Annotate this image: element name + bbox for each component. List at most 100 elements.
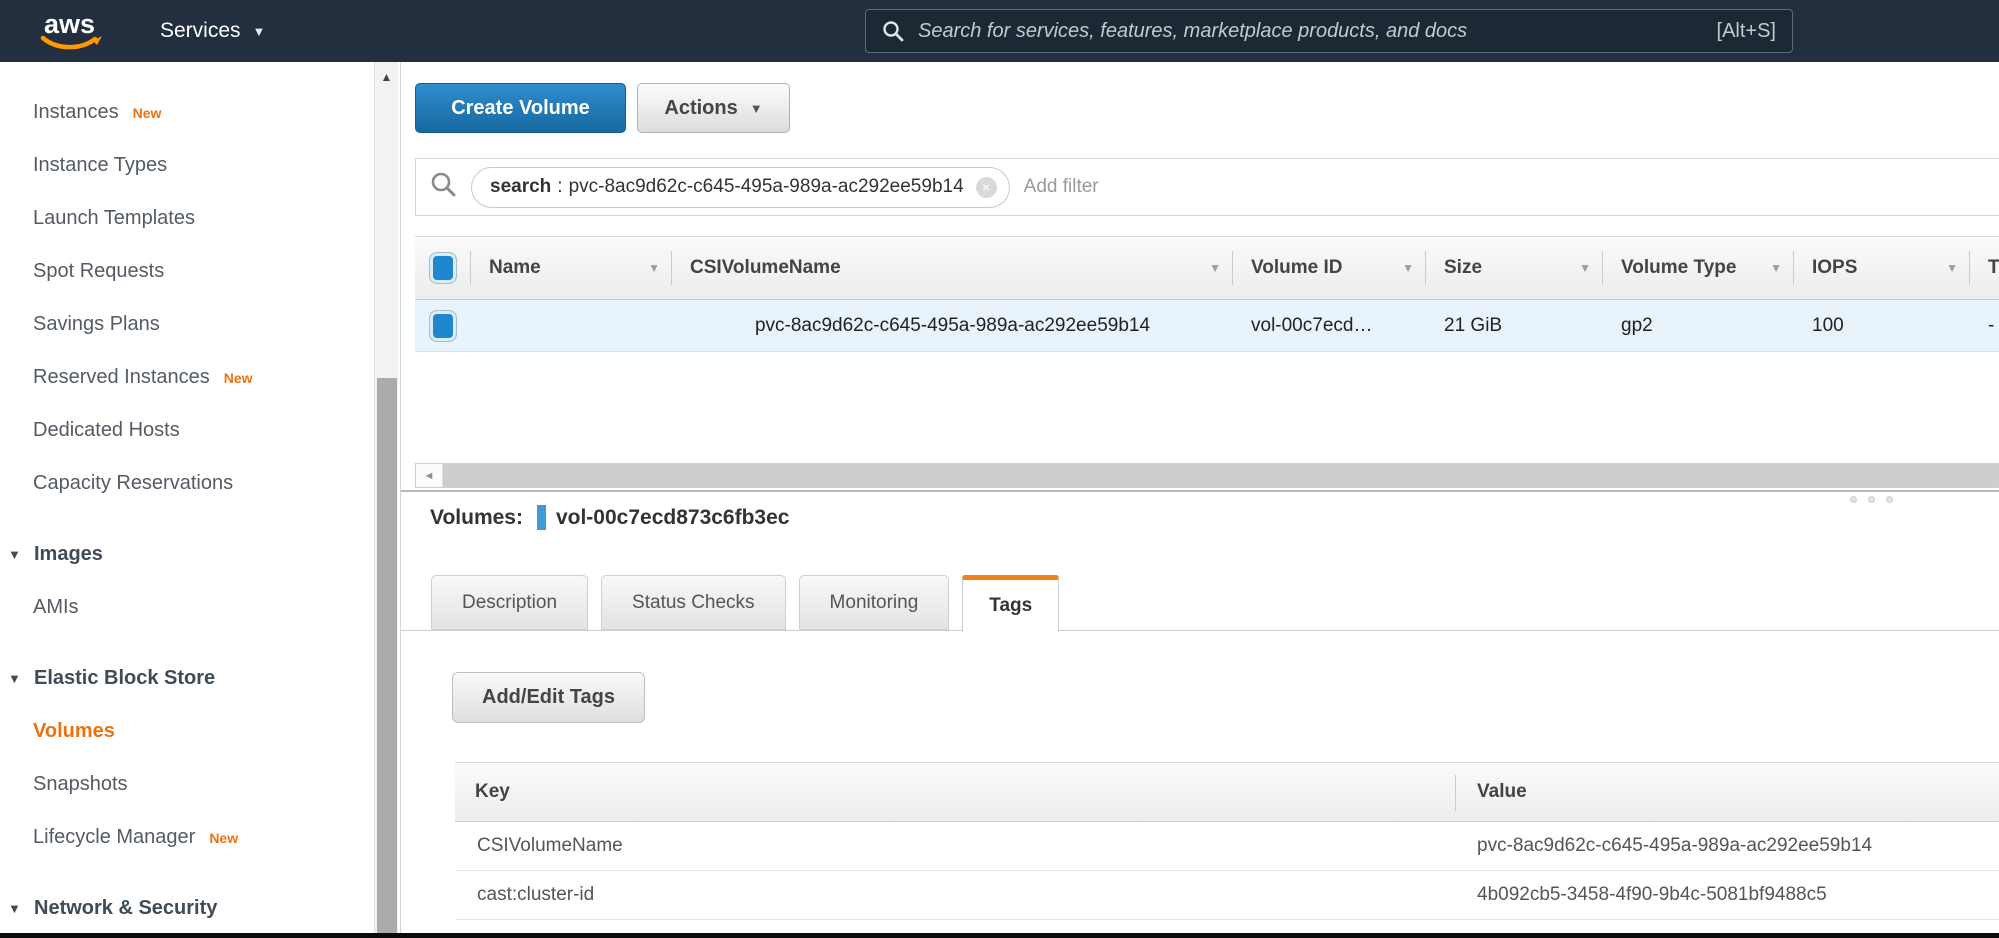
sidebar-section-label: Network & Security (34, 897, 217, 920)
main-panel: Create Volume Actions ▼ search : pvc-8ac… (401, 62, 1999, 938)
create-volume-button[interactable]: Create Volume (415, 83, 626, 133)
sidebar-item-lifecycle-manager[interactable]: Lifecycle Manager New (0, 811, 400, 864)
cell-csivolumename: pvc-8ac9d62c-c645-495a-989a-ac292ee59b14 (672, 300, 1233, 351)
sidebar-item-label: Reserved Instances (33, 366, 210, 389)
sidebar-section-elastic-block-store[interactable]: ▼ Elastic Block Store (0, 652, 400, 705)
sidebar-item-label: Lifecycle Manager (33, 826, 195, 849)
cell-iops: 100 (1794, 300, 1970, 351)
pane-divider (401, 490, 1999, 492)
sidebar-item-label: Launch Templates (33, 207, 195, 230)
sidebar-scrollbar[interactable]: ▲ (374, 62, 398, 938)
create-volume-label: Create Volume (451, 97, 590, 120)
services-menu[interactable]: Services ▼ (160, 0, 265, 62)
filter-search-icon (430, 171, 457, 203)
sidebar-scrollbar-thumb[interactable] (377, 378, 397, 938)
tab-monitoring[interactable]: Monitoring (799, 575, 950, 630)
column-header-volume-type[interactable]: Volume Type ▼ (1603, 237, 1794, 299)
remove-filter-icon[interactable]: × (976, 177, 997, 198)
volumes-heading-label: Volumes: (430, 506, 523, 530)
horizontal-scrollbar-thumb[interactable] (443, 464, 1998, 487)
cell-size: 21 GiB (1426, 300, 1603, 351)
column-header-csivolumename[interactable]: CSIVolumeName ▼ (672, 237, 1233, 299)
sidebar-item-volumes[interactable]: Volumes (0, 705, 400, 758)
column-header-truncated[interactable]: T (1970, 237, 1999, 299)
tags-table-row: CSIVolumeName pvc-8ac9d62c-c645-495a-989… (455, 822, 1999, 871)
add-filter-button[interactable]: Add filter (1024, 176, 1099, 198)
topbar: aws Services ▼ Search for services, feat… (0, 0, 1999, 62)
sidebar-item-dedicated-hosts[interactable]: Dedicated Hosts (0, 404, 400, 457)
column-header-volume-id[interactable]: Volume ID ▼ (1233, 237, 1426, 299)
select-all-checkbox[interactable] (430, 253, 456, 283)
sidebar-item-instances[interactable]: Instances New (0, 86, 400, 139)
filter-bar[interactable]: search : pvc-8ac9d62c-c645-495a-989a-ac2… (415, 158, 1999, 216)
sidebar-item-instance-types[interactable]: Instance Types (0, 139, 400, 192)
sidebar-item-label: AMIs (33, 596, 79, 619)
column-header-name[interactable]: Name ▼ (471, 237, 672, 299)
sidebar-item-label: Capacity Reservations (33, 472, 233, 495)
collapse-icon: ▼ (8, 671, 34, 686)
global-search-input[interactable]: Search for services, features, marketpla… (865, 9, 1793, 53)
sidebar-item-spot-requests[interactable]: Spot Requests (0, 245, 400, 298)
volume-row-selected[interactable]: pvc-8ac9d62c-c645-495a-989a-ac292ee59b14… (415, 300, 1999, 352)
sidebar-section-network-security[interactable]: ▼ Network & Security (0, 882, 400, 935)
sort-caret-icon: ▼ (1402, 261, 1414, 275)
scroll-up-icon[interactable]: ▲ (375, 70, 398, 84)
sidebar-item-label: Instance Types (33, 154, 167, 177)
sidebar-item-amis[interactable]: AMIs (0, 581, 400, 634)
tags-column-header-value: Value (1455, 763, 1999, 821)
sort-caret-icon: ▼ (1770, 261, 1782, 275)
filter-tag-key: search (490, 176, 551, 198)
scroll-left-icon[interactable]: ◄ (416, 464, 443, 487)
column-header-size[interactable]: Size ▼ (1426, 237, 1603, 299)
row-checkbox[interactable] (430, 311, 456, 341)
sidebar-item-label: Instances (33, 101, 119, 124)
new-badge: New (133, 105, 162, 121)
search-icon (882, 20, 904, 42)
sidebar-item-snapshots[interactable]: Snapshots (0, 758, 400, 811)
sidebar-item-label: Dedicated Hosts (33, 419, 180, 442)
tags-table: Key Value CSIVolumeName pvc-8ac9d62c-c64… (455, 762, 1999, 920)
sidebar-item-reserved-instances[interactable]: Reserved Instances New (0, 351, 400, 404)
column-divider (1455, 775, 1456, 811)
tags-column-header-key: Key (455, 763, 1455, 821)
aws-logo[interactable]: aws (36, 8, 106, 54)
chevron-down-icon: ▼ (750, 101, 763, 116)
sort-caret-icon: ▼ (1946, 261, 1958, 275)
horizontal-scrollbar[interactable]: ◄ (415, 463, 1999, 488)
actions-label: Actions (664, 97, 737, 120)
aws-logo-icon: aws (36, 8, 106, 54)
window-bottom-edge (0, 933, 1999, 938)
detail-heading: Volumes: vol-00c7ecd873c6fb3ec (430, 505, 789, 530)
new-badge: New (209, 830, 238, 846)
filter-tag-value: pvc-8ac9d62c-c645-495a-989a-ac292ee59b14 (569, 176, 964, 198)
sidebar-section-label: Images (34, 543, 103, 566)
actions-button[interactable]: Actions ▼ (637, 83, 790, 133)
chevron-down-icon: ▼ (253, 24, 266, 39)
filter-tag[interactable]: search : pvc-8ac9d62c-c645-495a-989a-ac2… (471, 167, 1010, 208)
sidebar-item-label: Spot Requests (33, 260, 164, 283)
tab-tags[interactable]: Tags (962, 575, 1059, 632)
tab-status-checks[interactable]: Status Checks (601, 575, 786, 630)
tag-value: 4b092cb5-3458-4f90-9b4c-5081bf9488c5 (1455, 871, 1999, 919)
sidebar-item-savings-plans[interactable]: Savings Plans (0, 298, 400, 351)
tags-table-header: Key Value (455, 762, 1999, 822)
tags-table-row: cast:cluster-id 4b092cb5-3458-4f90-9b4c-… (455, 871, 1999, 920)
column-header-iops[interactable]: IOPS ▼ (1794, 237, 1970, 299)
sidebar-item-launch-templates[interactable]: Launch Templates (0, 192, 400, 245)
svg-text:aws: aws (44, 9, 95, 39)
tab-description[interactable]: Description (431, 575, 588, 630)
sidebar-item-capacity-reservations[interactable]: Capacity Reservations (0, 457, 400, 510)
sort-caret-icon: ▼ (648, 261, 660, 275)
cell-truncated: - (1970, 300, 1999, 351)
add-edit-tags-button[interactable]: Add/Edit Tags (452, 672, 645, 723)
services-label: Services (160, 19, 241, 43)
search-shortcut: [Alt+S] (1717, 20, 1776, 43)
sidebar-section-images[interactable]: ▼ Images (0, 528, 400, 581)
detail-tabstrip: Description Status Checks Monitoring Tag… (401, 575, 1999, 632)
volumes-table-header: Name ▼ CSIVolumeName ▼ Volume ID ▼ Size … (415, 236, 1999, 300)
sidebar-item-label: Snapshots (33, 773, 128, 796)
sidebar: Instances New Instance Types Launch Temp… (0, 62, 401, 938)
cell-volume-id: vol-00c7ecd… (1233, 300, 1426, 351)
sidebar-item-label: Savings Plans (33, 313, 160, 336)
pane-resize-grip[interactable] (1850, 496, 1893, 503)
